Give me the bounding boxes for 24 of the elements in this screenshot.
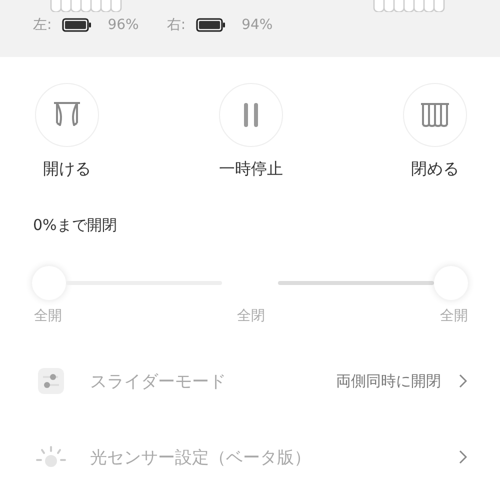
- chevron-right-icon: [459, 374, 467, 388]
- slider-label: 全開: [440, 307, 468, 325]
- slider-label: 全閉: [237, 307, 265, 325]
- pause-icon: [243, 102, 259, 128]
- control-label: 一時停止: [219, 159, 283, 180]
- curtain-open-icon: [52, 101, 82, 129]
- battery-percent: 96%: [108, 17, 139, 33]
- battery-icon: [62, 18, 92, 32]
- chevron-right-icon: [459, 450, 467, 464]
- slider-mode-icon: [38, 368, 64, 394]
- position-title: 0%まで開閉: [33, 216, 118, 235]
- battery-percent: 94%: [242, 17, 273, 33]
- battery-icon: [196, 18, 226, 32]
- curtain-closed-icon: [419, 102, 451, 128]
- setting-value: 両側同時に開閉: [336, 372, 441, 390]
- slider-thumb[interactable]: [434, 266, 468, 300]
- battery-side-label: 左:: [33, 16, 52, 34]
- control-label: 開ける: [43, 159, 91, 180]
- battery-side-label: 右:: [166, 16, 186, 34]
- setting-title: スライダーモード: [90, 370, 227, 392]
- setting-title: 光センサー設定（ベータ版）: [90, 446, 312, 468]
- control-label: 閉める: [411, 159, 459, 180]
- slider-label: 全開: [34, 307, 62, 325]
- sun-icon: [36, 446, 66, 468]
